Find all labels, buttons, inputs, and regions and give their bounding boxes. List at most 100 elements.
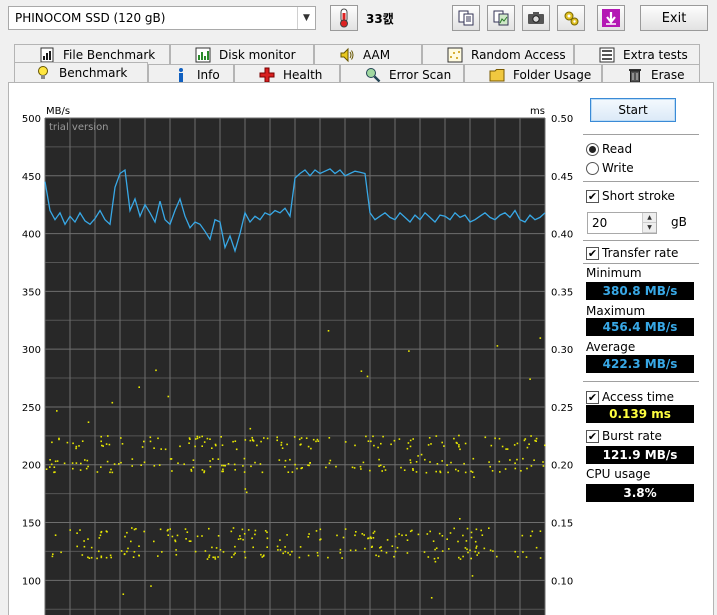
access-time-point <box>375 554 377 557</box>
tab-disk-monitor[interactable]: Disk monitor <box>170 44 314 64</box>
right-tick-label: 0.35 <box>551 287 573 298</box>
screenshot-button[interactable] <box>522 5 550 31</box>
tab-label: Health <box>283 67 323 82</box>
access-time-point <box>235 448 238 451</box>
copy-text-button[interactable] <box>452 5 480 31</box>
tab-random-access[interactable]: Random Access <box>422 44 574 64</box>
save-button[interactable] <box>597 5 625 31</box>
access-time-point <box>463 462 465 465</box>
access-time-point <box>234 552 236 554</box>
temperature-readout: 33캜 <box>366 12 394 26</box>
copy-image-icon <box>493 10 509 26</box>
access-time-point <box>517 556 519 558</box>
access-time-point <box>242 538 244 541</box>
access-time-point <box>110 556 112 559</box>
tab-file-benchmark[interactable]: File Benchmark <box>14 44 170 64</box>
access-time-point <box>126 531 128 534</box>
access-time-point <box>214 556 216 559</box>
access-time-point <box>415 471 418 473</box>
access-time-point <box>531 530 534 533</box>
minimum-value: 380.8 MB/s <box>586 282 694 300</box>
access-time-point <box>279 549 282 551</box>
write-radio[interactable]: Write <box>586 161 634 175</box>
stroke-size-spinner[interactable]: 20 ▲ ▼ <box>587 212 657 234</box>
access-time-point <box>385 551 388 554</box>
tab-label: Erase <box>651 67 685 82</box>
tab-aam[interactable]: AAM <box>314 44 422 64</box>
spinner-buttons[interactable]: ▲ ▼ <box>642 213 656 233</box>
access-time-point <box>217 458 220 460</box>
start-button[interactable]: Start <box>590 98 676 122</box>
access-time-point <box>140 464 142 466</box>
access-time-point <box>308 533 310 535</box>
tab-folder-usage[interactable]: Folder Usage <box>464 64 602 84</box>
access-time-point <box>153 540 155 543</box>
divider <box>583 381 699 383</box>
access-time-point <box>406 447 409 450</box>
access-time-point <box>398 533 400 535</box>
burst-rate-label: Burst rate <box>602 429 662 443</box>
short-stroke-checkbox[interactable]: ✔ Short stroke <box>586 189 675 203</box>
access-time-point <box>100 466 102 468</box>
access-time-point <box>87 556 89 559</box>
access-time-checkbox[interactable]: ✔ Access time <box>586 390 674 404</box>
access-time-point <box>208 527 210 530</box>
right-axis-unit: ms <box>530 106 545 117</box>
access-time-point <box>198 436 201 439</box>
access-time-point <box>424 458 426 461</box>
access-time-point <box>361 533 364 535</box>
transfer-rate-checkbox[interactable]: ✔ Transfer rate <box>586 246 678 260</box>
access-time-point <box>100 435 102 438</box>
access-time-point <box>328 462 331 464</box>
read-radio[interactable]: Read <box>586 142 632 156</box>
tab-benchmark[interactable]: Benchmark <box>14 62 148 82</box>
burst-rate-checkbox[interactable]: ✔ Burst rate <box>586 429 662 443</box>
access-time-point <box>489 465 491 468</box>
tab-erase[interactable]: Erase <box>602 64 700 84</box>
access-time-point <box>155 369 157 372</box>
access-time-point <box>289 458 291 461</box>
access-time-point <box>264 530 267 532</box>
drive-select[interactable]: PHINOCOM SSD (120 gB) ▼ <box>8 6 316 30</box>
access-time-point <box>219 549 222 551</box>
access-time-point <box>280 441 283 444</box>
access-time-point <box>138 545 140 547</box>
access-time-point <box>58 437 60 440</box>
spin-up-icon[interactable]: ▲ <box>643 213 656 223</box>
access-time-point <box>436 463 439 465</box>
access-time-point <box>456 442 458 445</box>
spin-down-icon[interactable]: ▼ <box>643 223 656 233</box>
tab-health[interactable]: Health <box>234 64 340 84</box>
access-time-point <box>386 539 389 541</box>
access-time-point <box>383 466 385 468</box>
access-time-point <box>284 466 286 468</box>
temperature-button[interactable] <box>330 5 358 31</box>
drive-name: PHINOCOM SSD (120 gB) <box>15 11 166 25</box>
access-time-point <box>307 554 310 557</box>
access-time-point <box>56 410 58 412</box>
tab-extra-tests[interactable]: Extra tests <box>574 44 700 64</box>
access-time-point <box>370 440 372 443</box>
access-time-point <box>369 536 372 538</box>
access-time-point <box>189 540 192 542</box>
tab-info[interactable]: Info <box>148 64 234 84</box>
right-tick-label: 0.40 <box>551 230 573 241</box>
access-time-point <box>232 440 234 443</box>
access-time-point <box>49 466 51 468</box>
options-button[interactable] <box>557 5 585 31</box>
access-time-point <box>243 471 246 473</box>
access-time-point <box>369 469 371 472</box>
access-time-point <box>498 460 501 463</box>
access-time-point <box>227 463 230 465</box>
access-time-point <box>280 444 283 446</box>
exit-button[interactable]: Exit <box>640 5 708 31</box>
access-time-point <box>96 471 99 473</box>
access-time-point <box>435 435 438 437</box>
tab-error-scan[interactable]: Error Scan <box>340 64 464 84</box>
access-time-point <box>309 462 311 464</box>
random-access-icon <box>447 47 463 63</box>
copy-image-button[interactable] <box>487 5 515 31</box>
access-time-point <box>494 437 496 440</box>
access-time-point <box>336 534 338 537</box>
chevron-down-icon[interactable]: ▼ <box>297 7 315 29</box>
